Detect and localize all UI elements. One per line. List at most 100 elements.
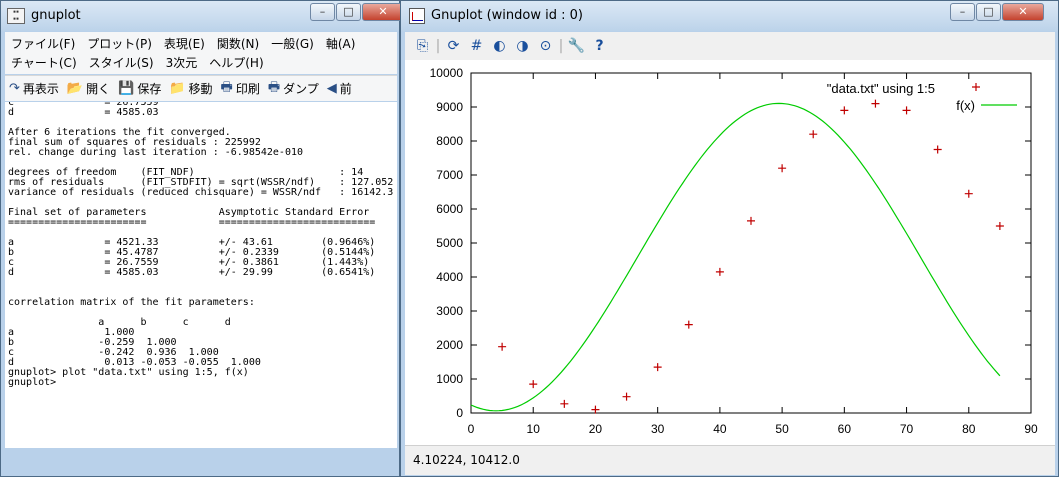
cursor-coordinates: 4.10224, 10412.0 — [413, 453, 520, 467]
toolbar-button-0[interactable]: ↷ 再表示 — [9, 80, 59, 97]
data-point — [902, 106, 911, 115]
data-point — [684, 320, 693, 329]
copy-clipboard-icon[interactable]: ⎘ — [411, 35, 434, 57]
y-tick-label: 4000 — [436, 270, 463, 284]
data-point — [653, 363, 662, 372]
plot-area[interactable]: 0 10 20 30 40 50 60 70 80 90 0 1000 2000 3000 4000 5000… — [405, 60, 1055, 445]
toolbar-button-5[interactable]: 🖶 ダンプ — [268, 78, 319, 100]
zoom-next-icon[interactable]: ◑ — [511, 35, 534, 57]
toolbar-button-2[interactable]: 💾 保存 — [118, 80, 161, 97]
chart-svg[interactable]: 0 10 20 30 40 50 60 70 80 90 0 1000 2000 3000 4000 5000… — [405, 60, 1055, 445]
console-title: gnuplot — [31, 8, 81, 23]
graph-titlebar[interactable]: Gnuplot (window id : 0) – □ ✕ — [401, 1, 1058, 31]
console-toolbar: ↷ 再表示 📂 開く 💾 保存 📁 移動 🖶 印刷 🖶 ダンプ ◀ 前 — [5, 75, 397, 101]
y-tick-label: 1000 — [436, 372, 463, 386]
menu-item-menu_row2-3[interactable]: ヘルプ(H) — [209, 54, 263, 71]
graph-window-icon — [409, 8, 425, 24]
x-tick-label: 80 — [962, 422, 976, 436]
menu-item-menu_row2-0[interactable]: チャート(C) — [11, 54, 77, 71]
toolbar-button-6[interactable]: ◀ 前 — [327, 80, 352, 97]
data-point — [964, 189, 973, 198]
data-point — [560, 399, 569, 408]
toolbar-button-label: 印刷 — [235, 82, 260, 96]
toolbar-button-3[interactable]: 📁 移動 — [169, 80, 212, 97]
console-window-controls: – □ ✕ — [309, 3, 404, 21]
graph-toolbar: ⎘ | ⟳ # ◐ ◑ ⊙ | 🔧 ? — [405, 32, 1055, 60]
status-bar: 4.10224, 10412.0 — [405, 445, 1055, 475]
dump-print-icon: 🖶 — [267, 79, 281, 95]
data-point — [871, 99, 880, 108]
toolbar-button-label: 再表示 — [22, 82, 59, 96]
data-point — [591, 405, 600, 414]
y-tick-label: 9000 — [436, 100, 463, 114]
graph-window-title: Gnuplot (window id : 0) — [431, 8, 583, 23]
x-tick-label: 40 — [713, 422, 727, 436]
x-tick-label: 20 — [589, 422, 603, 436]
menu-item-menu_row1-3[interactable]: 関数(N) — [217, 35, 259, 52]
y-tick-label: 6000 — [436, 202, 463, 216]
toolbar-button-label: 移動 — [188, 82, 213, 96]
close-button[interactable]: ✕ — [1002, 3, 1044, 21]
open-folder-icon: 📂 — [66, 81, 84, 96]
legend-label-fx: f(x) — [956, 98, 975, 113]
toolbar-button-4[interactable]: 🖶 印刷 — [221, 78, 260, 100]
menu-item-menu_row1-5[interactable]: 軸(A) — [326, 35, 356, 52]
y-tick-label: 5000 — [436, 236, 463, 250]
data-point — [809, 130, 818, 139]
toolbar-button-label: 開く — [86, 82, 111, 96]
data-point — [622, 392, 631, 401]
menu-row-2: チャート(C) スタイル(S) 3次元 ヘルプ(H) — [11, 53, 391, 72]
y-tick-label: 3000 — [436, 304, 463, 318]
x-tick-label: 30 — [651, 422, 665, 436]
move-folder-icon: 📁 — [169, 81, 186, 96]
toolbar-button-1[interactable]: 📂 開く — [67, 80, 110, 97]
close-button[interactable]: ✕ — [362, 3, 404, 21]
minimize-button[interactable]: – — [950, 3, 975, 21]
console-titlebar[interactable]: ▪▪ ▪▪ gnuplot – □ ✕ — [1, 1, 404, 31]
toolbar-button-label: 前 — [339, 82, 352, 96]
menu-item-menu_row1-0[interactable]: ファイル(F) — [11, 35, 75, 52]
legend-marker-data — [972, 83, 980, 91]
toolbar-button-label: 保存 — [137, 82, 162, 96]
print-icon: 🖶 — [220, 79, 233, 95]
maximize-button[interactable]: □ — [976, 3, 1001, 21]
toolbar-separator: | — [558, 38, 564, 54]
y-tick-label: 7000 — [436, 168, 463, 182]
minimize-button[interactable]: – — [310, 3, 335, 21]
x-tick-label: 50 — [775, 422, 789, 436]
help-icon[interactable]: ? — [588, 35, 611, 57]
toolbar-button-label: ダンプ — [283, 82, 319, 96]
menu-item-menu_row1-1[interactable]: プロット(P) — [87, 35, 152, 52]
unzoom-icon[interactable]: ⊙ — [534, 35, 557, 57]
y-tick-label: 10000 — [430, 66, 464, 80]
data-point — [498, 342, 507, 351]
graph-window-controls: – □ ✕ — [949, 3, 1044, 21]
options-wrench-icon[interactable]: 🔧 — [565, 35, 588, 57]
data-point — [778, 164, 787, 173]
toolbar-separator: | — [435, 38, 441, 54]
replot-icon[interactable]: ⟳ — [442, 35, 465, 57]
back-arrow-icon: ◀ — [326, 81, 337, 96]
zoom-previous-icon[interactable]: ◐ — [488, 35, 511, 57]
menu-item-menu_row2-1[interactable]: スタイル(S) — [89, 54, 154, 71]
data-point — [995, 222, 1004, 230]
x-tick-label: 10 — [527, 422, 541, 436]
menu-item-menu_row2-2[interactable]: 3次元 — [166, 54, 198, 71]
gnuplot-graph-window[interactable]: Gnuplot (window id : 0) – □ ✕ ⎘ | ⟳ # ◐ … — [400, 0, 1059, 477]
plot-border — [470, 72, 1032, 414]
x-tick-label: 70 — [900, 422, 914, 436]
menu-item-menu_row1-4[interactable]: 一般(G) — [271, 35, 314, 52]
gnuplot-console-window[interactable]: ▪▪ ▪▪ gnuplot – □ ✕ ファイル(F) プロット(P) 表現(E) 関数… — [0, 0, 404, 477]
maximize-button[interactable]: □ — [336, 3, 361, 21]
console-menubar: ファイル(F) プロット(P) 表現(E) 関数(N) 一般(G) 軸(A) チャート(C… — [5, 32, 397, 74]
data-point — [715, 267, 724, 276]
grid-icon[interactable]: # — [465, 35, 488, 57]
refresh-icon: ↷ — [9, 81, 20, 96]
console-text-area[interactable]: c = 26.7559 d = 4585.03 After 6 iteratio… — [5, 102, 397, 448]
x-tick-label: 0 — [468, 422, 475, 436]
menu-item-menu_row1-2[interactable]: 表現(E) — [164, 35, 205, 52]
x-tick-label: 60 — [838, 422, 852, 436]
data-point — [529, 380, 538, 389]
menu-row-1: ファイル(F) プロット(P) 表現(E) 関数(N) 一般(G) 軸(A) — [11, 34, 391, 53]
y-tick-label: 8000 — [436, 134, 463, 148]
